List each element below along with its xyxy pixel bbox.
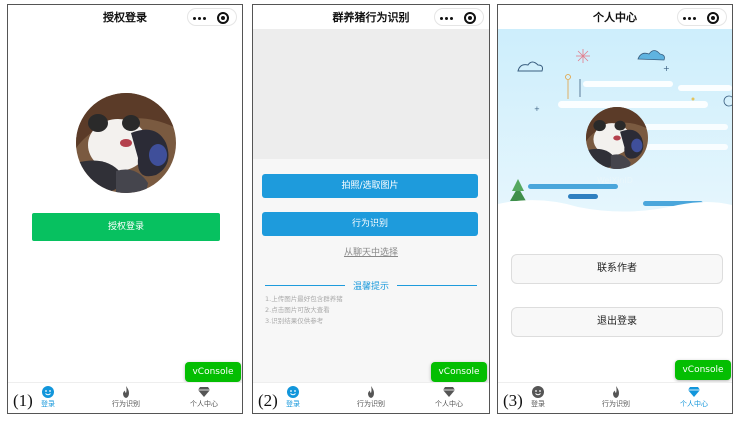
tab-profile[interactable]: 个人中心	[419, 386, 479, 409]
tab-label: 行为识别	[112, 400, 140, 408]
screen-personal-center: + + WeiXinID 个人中心 联系作者 退出登录 vConsole 登录 …	[497, 4, 733, 414]
tip-item: 1.上传图片最好包含群养猪	[265, 295, 343, 303]
figure-number: (1)	[12, 391, 34, 411]
user-nickname: WeiXinID	[597, 176, 633, 185]
close-miniprogram-icon[interactable]	[464, 12, 476, 24]
capsule-menu[interactable]	[434, 8, 484, 26]
take-photo-button[interactable]: 拍照/选取图片	[262, 174, 478, 198]
tip-item: 2.点击图片可放大查看	[265, 306, 330, 314]
authorize-login-button[interactable]: 授权登录	[32, 213, 220, 241]
tab-profile[interactable]: 个人中心	[174, 386, 234, 409]
profile-banner: + +	[498, 29, 732, 217]
screen-behavior-recognition: 群养猪行为识别 拍照/选取图片 行为识别 从聊天中选择 温馨提示 1.上传图片最…	[252, 4, 490, 414]
figure-number: (2)	[257, 391, 279, 411]
flame-icon	[368, 386, 374, 398]
tips-header: 温馨提示	[265, 279, 477, 292]
diamond-icon	[198, 387, 210, 397]
svg-text:+: +	[534, 105, 540, 113]
contact-author-button[interactable]: 联系作者	[511, 254, 723, 284]
capsule-menu[interactable]	[677, 8, 727, 26]
tab-behavior[interactable]: 行为识别	[586, 386, 646, 409]
tab-behavior[interactable]: 行为识别	[96, 386, 156, 409]
image-preview-area[interactable]	[253, 29, 489, 159]
logout-button[interactable]: 退出登录	[511, 307, 723, 337]
more-icon[interactable]	[683, 17, 696, 21]
navigation-bar: 个人中心	[498, 5, 732, 29]
recognize-button[interactable]: 行为识别	[262, 212, 478, 236]
tips-list: 1.上传图片最好包含群养猪 2.点击图片可放大查看 3.识别结果仅供参考	[265, 294, 343, 327]
tab-behavior[interactable]: 行为识别	[341, 386, 401, 409]
navigation-bar: 群养猪行为识别	[253, 5, 489, 29]
screen-authorize-login: 授权登录 授权登录 vConsole 登录 行为识别 个人中心 (1)	[7, 4, 243, 414]
tab-bar: 登录 行为识别 个人中心	[253, 382, 489, 413]
figure-number: (3)	[502, 391, 524, 411]
flame-icon	[613, 386, 619, 398]
svg-text:+: +	[663, 64, 670, 73]
avatar	[586, 107, 648, 169]
vconsole-button[interactable]: vConsole	[185, 362, 241, 382]
vconsole-button[interactable]: vConsole	[675, 360, 731, 380]
smile-icon	[532, 386, 544, 398]
tip-item: 3.识别结果仅供参考	[265, 317, 324, 325]
avatar	[76, 93, 176, 193]
choose-from-chat-link[interactable]: 从聊天中选择	[253, 245, 489, 258]
tab-label: 个人中心	[190, 400, 218, 408]
vconsole-button[interactable]: vConsole	[431, 362, 487, 382]
divider	[397, 285, 477, 286]
tab-label: 行为识别	[357, 400, 385, 408]
tab-bar: 登录 行为识别 个人中心	[498, 382, 732, 413]
diamond-icon	[688, 387, 700, 397]
tab-label: 行为识别	[602, 400, 630, 408]
navigation-bar: 授权登录	[8, 5, 242, 29]
close-miniprogram-icon[interactable]	[217, 12, 229, 24]
more-icon[interactable]	[193, 17, 206, 21]
flame-icon	[123, 386, 129, 398]
capsule-menu[interactable]	[187, 8, 237, 26]
tab-label: 个人中心	[435, 400, 463, 408]
smile-icon	[42, 386, 54, 398]
diamond-icon	[443, 387, 455, 397]
tab-bar: 登录 行为识别 个人中心	[8, 382, 242, 413]
close-miniprogram-icon[interactable]	[707, 12, 719, 24]
tab-label: 个人中心	[680, 400, 708, 408]
tab-profile[interactable]: 个人中心	[664, 386, 724, 409]
more-icon[interactable]	[440, 17, 453, 21]
smile-icon	[287, 386, 299, 398]
